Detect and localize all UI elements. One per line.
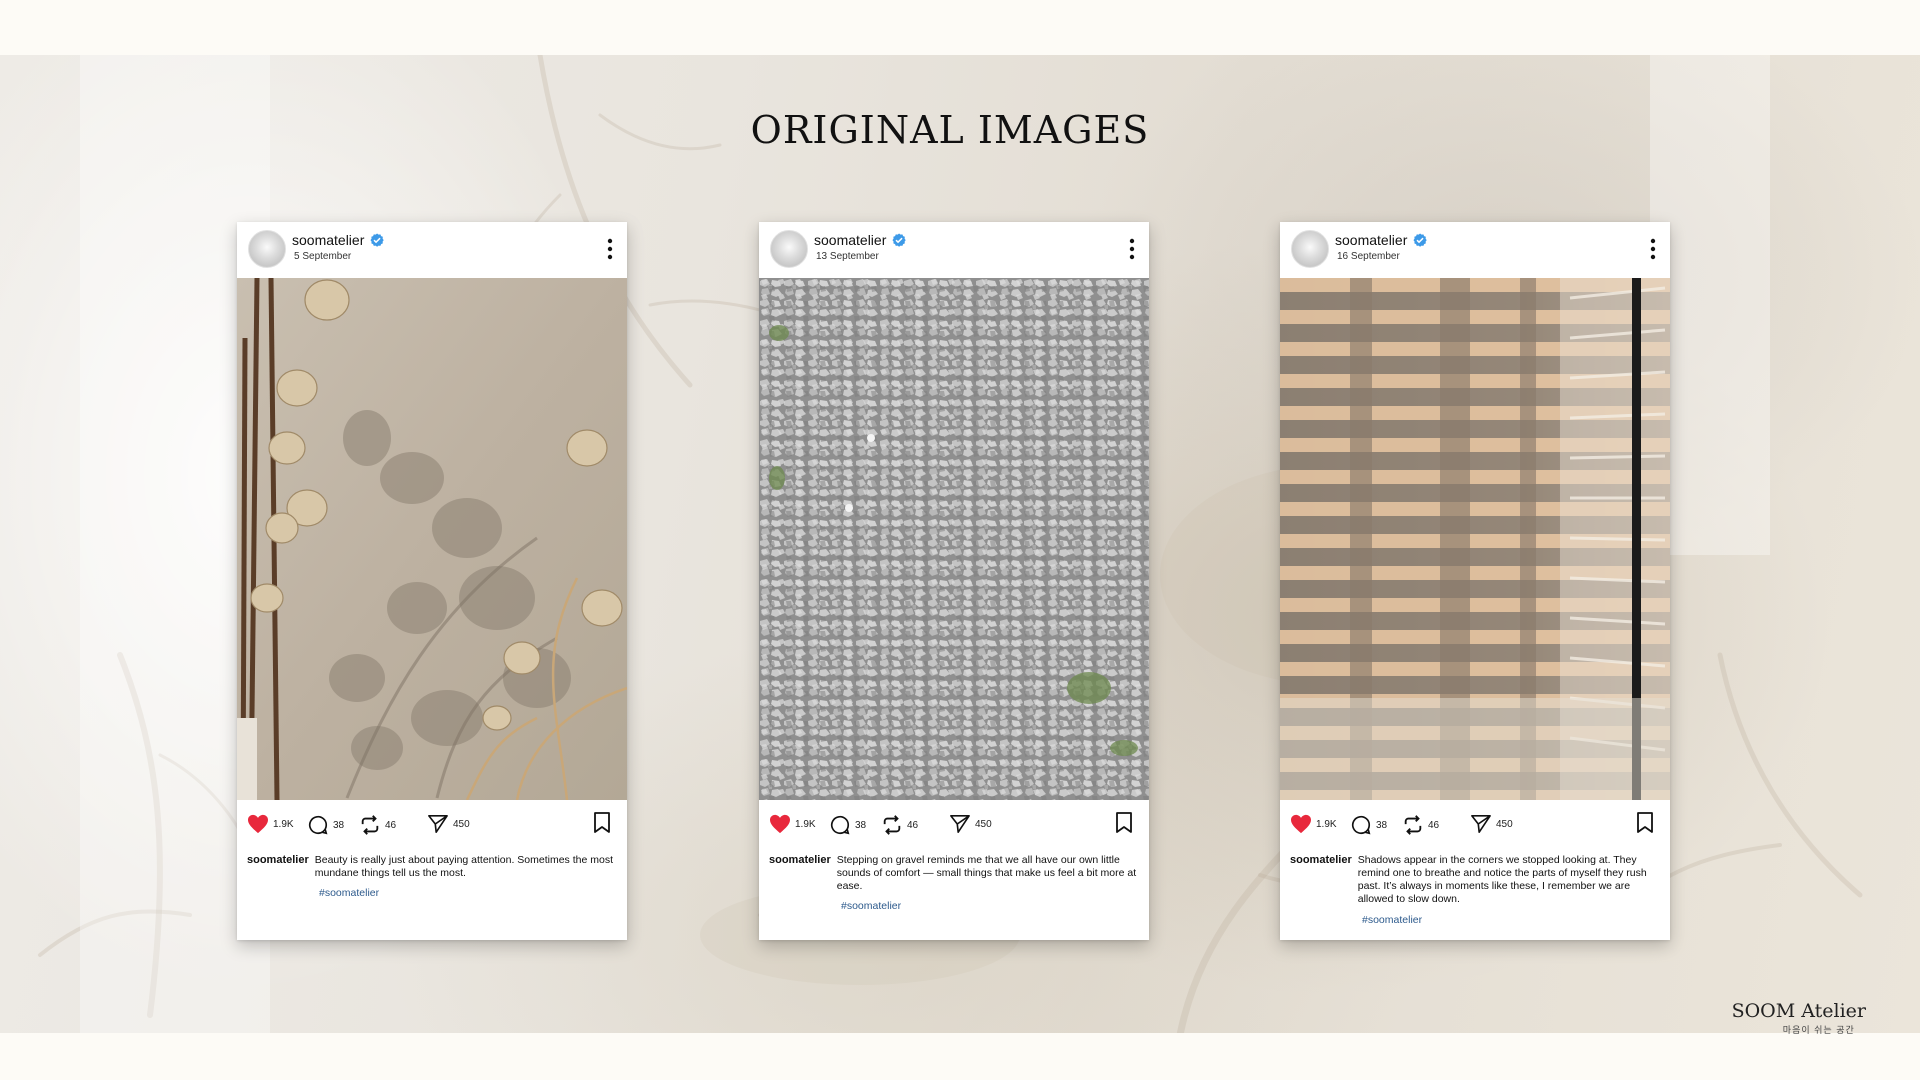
like-button[interactable]: 1.9K (247, 814, 294, 834)
caption-username[interactable]: soomatelier (247, 854, 309, 880)
bookmark-icon[interactable] (1636, 812, 1654, 834)
repost-count: 46 (385, 819, 397, 831)
share-button[interactable]: 450 (1470, 814, 1513, 834)
comment-icon (830, 815, 850, 835)
avatar[interactable] (1291, 230, 1329, 268)
post-photo-dried-flowers[interactable] (237, 278, 627, 800)
verified-badge-icon (1413, 233, 1428, 247)
post-username[interactable]: soomatelier (292, 232, 385, 248)
comment-button[interactable]: 38 (1350, 814, 1387, 836)
post-card: soomatelier 16 September 1.9K 38 46 450 … (1280, 222, 1670, 940)
repost-button[interactable]: 46 (359, 814, 396, 836)
send-icon (428, 815, 448, 833)
more-vertical-icon[interactable] (607, 238, 613, 260)
more-vertical-icon[interactable] (1650, 238, 1656, 260)
post-photo-window-blinds[interactable] (1280, 278, 1670, 800)
heart-icon (770, 814, 790, 834)
comment-button[interactable]: 38 (829, 814, 866, 836)
caption-text: Beauty is really just about paying atten… (314, 854, 613, 879)
share-count: 450 (453, 818, 470, 830)
repost-button[interactable]: 46 (881, 814, 918, 836)
brand-name: SOOM Atelier (1731, 1000, 1866, 1022)
caption-text: Stepping on gravel reminds me that we al… (836, 854, 1137, 892)
slide-title: ORIGINAL IMAGES (750, 108, 1150, 152)
post-date: 5 September (294, 251, 352, 262)
post-caption: soomatelier Shadows appear in the corner… (1290, 854, 1660, 906)
comment-count: 38 (1376, 819, 1388, 831)
like-count: 1.9K (1316, 818, 1337, 830)
share-count: 450 (1496, 818, 1513, 830)
post-date: 13 September (816, 251, 879, 262)
username-text[interactable]: soomatelier (292, 232, 364, 248)
comment-count: 38 (333, 819, 345, 831)
brand-logo: SOOM Atelier 마음이 쉬는 공간 (1732, 1000, 1866, 1036)
comment-icon (1351, 815, 1371, 835)
post-hashtag[interactable]: #soomatelier (841, 900, 901, 912)
heart-icon (248, 814, 268, 834)
more-vertical-icon[interactable] (1129, 238, 1135, 260)
caption-text: Shadows appear in the corners we stopped… (1357, 854, 1647, 905)
comment-icon (308, 815, 328, 835)
verified-badge-icon (370, 233, 385, 247)
post-username[interactable]: soomatelier (1335, 232, 1428, 248)
brand-tagline: 마음이 쉬는 공간 (1782, 1025, 1855, 1035)
post-actions: 1.9K 38 46 450 (759, 810, 1149, 838)
bookmark-icon[interactable] (1115, 812, 1133, 834)
share-count: 450 (975, 818, 992, 830)
post-actions: 1.9K 38 46 450 (237, 810, 627, 838)
username-text[interactable]: soomatelier (1335, 232, 1407, 248)
share-button[interactable]: 450 (949, 814, 992, 834)
send-icon (950, 815, 970, 833)
like-count: 1.9K (273, 818, 294, 830)
username-text[interactable]: soomatelier (814, 232, 886, 248)
post-caption: soomatelier Beauty is really just about … (247, 854, 617, 880)
post-date: 16 September (1337, 251, 1400, 262)
comment-count: 38 (855, 819, 867, 831)
post-hashtag[interactable]: #soomatelier (1362, 914, 1422, 926)
repost-icon (1404, 815, 1422, 835)
caption-username[interactable]: soomatelier (1290, 854, 1352, 906)
post-header: soomatelier 5 September (237, 222, 627, 278)
caption-username[interactable]: soomatelier (769, 854, 831, 893)
post-header: soomatelier 13 September (759, 222, 1149, 278)
send-icon (1471, 815, 1491, 833)
post-photo-gravel[interactable] (759, 278, 1149, 800)
avatar[interactable] (248, 230, 286, 268)
avatar[interactable] (770, 230, 808, 268)
share-button[interactable]: 450 (427, 814, 470, 834)
heart-icon (1291, 814, 1311, 834)
post-caption: soomatelier Stepping on gravel reminds m… (769, 854, 1139, 893)
repost-icon (883, 815, 901, 835)
repost-count: 46 (907, 819, 919, 831)
post-header: soomatelier 16 September (1280, 222, 1670, 278)
verified-badge-icon (892, 233, 907, 247)
comment-button[interactable]: 38 (307, 814, 344, 836)
repost-button[interactable]: 46 (1402, 814, 1439, 836)
post-hashtag[interactable]: #soomatelier (319, 887, 379, 899)
post-card: soomatelier 5 September 1.9K 38 46 450 s… (237, 222, 627, 940)
repost-icon (361, 815, 379, 835)
like-button[interactable]: 1.9K (1290, 814, 1337, 834)
repost-count: 46 (1428, 819, 1440, 831)
like-button[interactable]: 1.9K (769, 814, 816, 834)
post-actions: 1.9K 38 46 450 (1280, 810, 1670, 838)
post-username[interactable]: soomatelier (814, 232, 907, 248)
post-card: soomatelier 13 September 1.9K 38 46 450 … (759, 222, 1149, 940)
bookmark-icon[interactable] (593, 812, 611, 834)
like-count: 1.9K (795, 818, 816, 830)
